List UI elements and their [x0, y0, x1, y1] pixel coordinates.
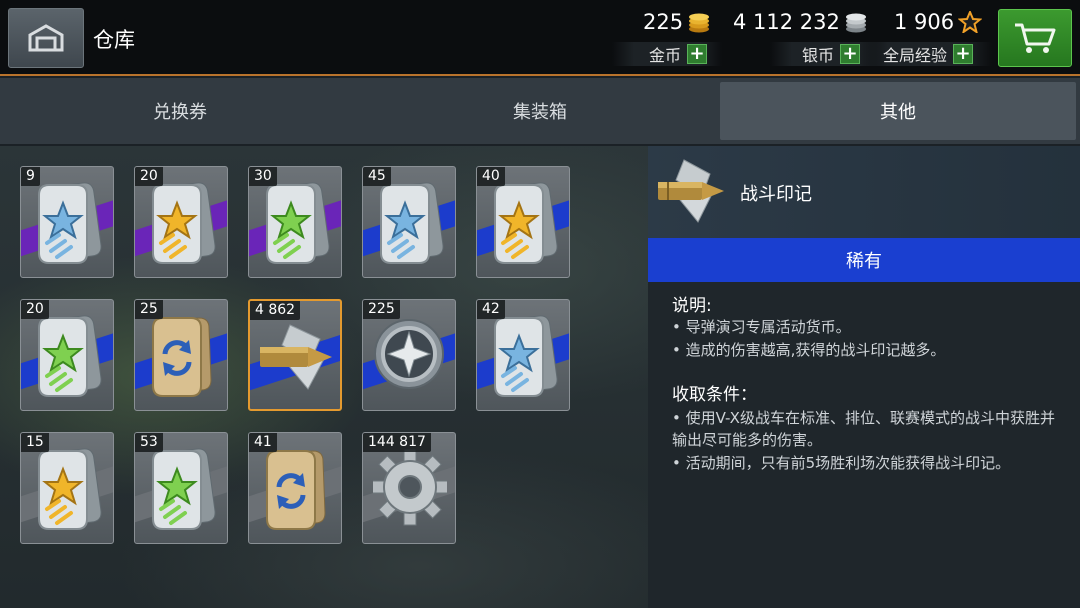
item-count: 42: [477, 300, 505, 319]
tab-bar: 兑换券 集装箱 其他: [0, 78, 1080, 144]
dogtag-star-green-icon: [266, 182, 330, 264]
description-line-2: • 造成的伤害越高,获得的战斗印记越多。: [672, 341, 946, 359]
buy-gold-button[interactable]: +: [687, 44, 708, 64]
rarity-banner: 稀有: [648, 238, 1080, 282]
dogtag-star-green-icon: [38, 315, 102, 397]
item-count: 15: [21, 433, 49, 452]
dogtag-exchange-icon: [152, 317, 212, 397]
tab-containers-label: 集装箱: [513, 102, 567, 123]
silver-amount: 4 112 232: [733, 9, 868, 35]
dogtag-star-blue-icon: [494, 315, 558, 397]
item-count: 144 817: [363, 433, 431, 452]
dogtag-star-green-icon: [152, 448, 216, 530]
xp-label: 全局经验: [883, 46, 948, 65]
item-count: 4 862: [250, 301, 301, 320]
conditions-heading: 收取条件：: [672, 385, 757, 405]
xp-label-row: 全局经验 +: [883, 42, 974, 66]
dogtag-star-blue-icon: [380, 182, 444, 264]
item-count: 40: [477, 167, 505, 186]
xp-value: 1 906: [894, 10, 955, 34]
item-count: 45: [363, 167, 391, 186]
convert-xp-button[interactable]: +: [953, 44, 974, 64]
detail-header: 战斗印记: [648, 146, 1080, 238]
garage-button[interactable]: [8, 8, 84, 68]
item-count: 41: [249, 433, 277, 452]
dogtag-exchange-icon: [266, 450, 326, 530]
item-card[interactable]: 225: [362, 299, 456, 411]
star-medal-icon: [374, 319, 444, 389]
shop-button[interactable]: [998, 9, 1072, 67]
item-count: 225: [363, 300, 400, 319]
item-card[interactable]: 42: [476, 299, 570, 411]
battle-mark-shell-icon: [260, 324, 332, 390]
item-count: 20: [135, 167, 163, 186]
item-card[interactable]: 53: [134, 432, 228, 544]
item-card[interactable]: 4 862: [248, 299, 342, 411]
dogtag-star-yellow-icon: [38, 448, 102, 530]
item-card[interactable]: 9: [20, 166, 114, 278]
top-bar: 仓库 225 金币 + 4 112 232 银币 + 1 906 全局经验 +: [0, 0, 1080, 76]
dogtag-star-yellow-icon: [152, 182, 216, 264]
rarity-label: 稀有: [846, 251, 882, 272]
gear-icon: [373, 448, 447, 526]
tab-other-label: 其他: [880, 102, 916, 123]
gold-value: 225: [643, 10, 684, 34]
item-card[interactable]: 20: [20, 299, 114, 411]
item-card[interactable]: 40: [476, 166, 570, 278]
detail-panel: 战斗印记 稀有 说明: • 导弹演习专属活动货币。 • 造成的伤害越高,获得的战…: [648, 146, 1080, 608]
dogtag-star-yellow-icon: [494, 182, 558, 264]
buy-silver-button[interactable]: +: [840, 44, 861, 64]
gold-label-row: 金币 +: [649, 42, 708, 66]
conditions-line-2: • 活动期间，只有前5场胜利场次能获得战斗印记。: [672, 454, 1011, 472]
xp-amount: 1 906: [894, 9, 983, 35]
tab-vouchers[interactable]: 兑换券: [4, 82, 356, 140]
tab-other[interactable]: 其他: [720, 82, 1076, 140]
item-count: 25: [135, 300, 163, 319]
conditions-line-1: • 使用V-X级战车在标准、排位、联赛模式的战斗中获胜并输出尽可能多的伤害。: [672, 409, 1055, 449]
silver-label: 银币: [802, 46, 835, 65]
battle-mark-icon: [658, 159, 724, 223]
item-count: 30: [249, 167, 277, 186]
item-count: 9: [21, 167, 40, 186]
description-heading: 说明:: [672, 296, 712, 316]
detail-title: 战斗印记: [740, 184, 812, 205]
silver-coins-icon: [845, 13, 866, 33]
gold-amount: 225: [643, 9, 711, 35]
tab-containers[interactable]: 集装箱: [364, 82, 716, 140]
item-count: 53: [135, 433, 163, 452]
gold-label: 金币: [649, 46, 682, 65]
cart-icon: [1015, 23, 1056, 53]
page-title: 仓库: [93, 28, 135, 52]
item-count: 20: [21, 300, 49, 319]
item-card[interactable]: 20: [134, 166, 228, 278]
item-card[interactable]: 15: [20, 432, 114, 544]
gold-coins-icon: [689, 13, 710, 33]
item-card[interactable]: 41: [248, 432, 342, 544]
item-card[interactable]: 45: [362, 166, 456, 278]
item-card[interactable]: 25: [134, 299, 228, 411]
tab-vouchers-label: 兑换券: [153, 102, 207, 123]
silver-value: 4 112 232: [733, 10, 840, 34]
dogtag-star-blue-icon: [38, 182, 102, 264]
star-icon: [958, 11, 983, 33]
item-card[interactable]: 30: [248, 166, 342, 278]
description-line-1: • 导弹演习专属活动货币。: [672, 318, 851, 336]
item-card[interactable]: 144 817: [362, 432, 456, 544]
garage-icon: [28, 24, 64, 52]
silver-label-row: 银币 +: [802, 42, 861, 66]
